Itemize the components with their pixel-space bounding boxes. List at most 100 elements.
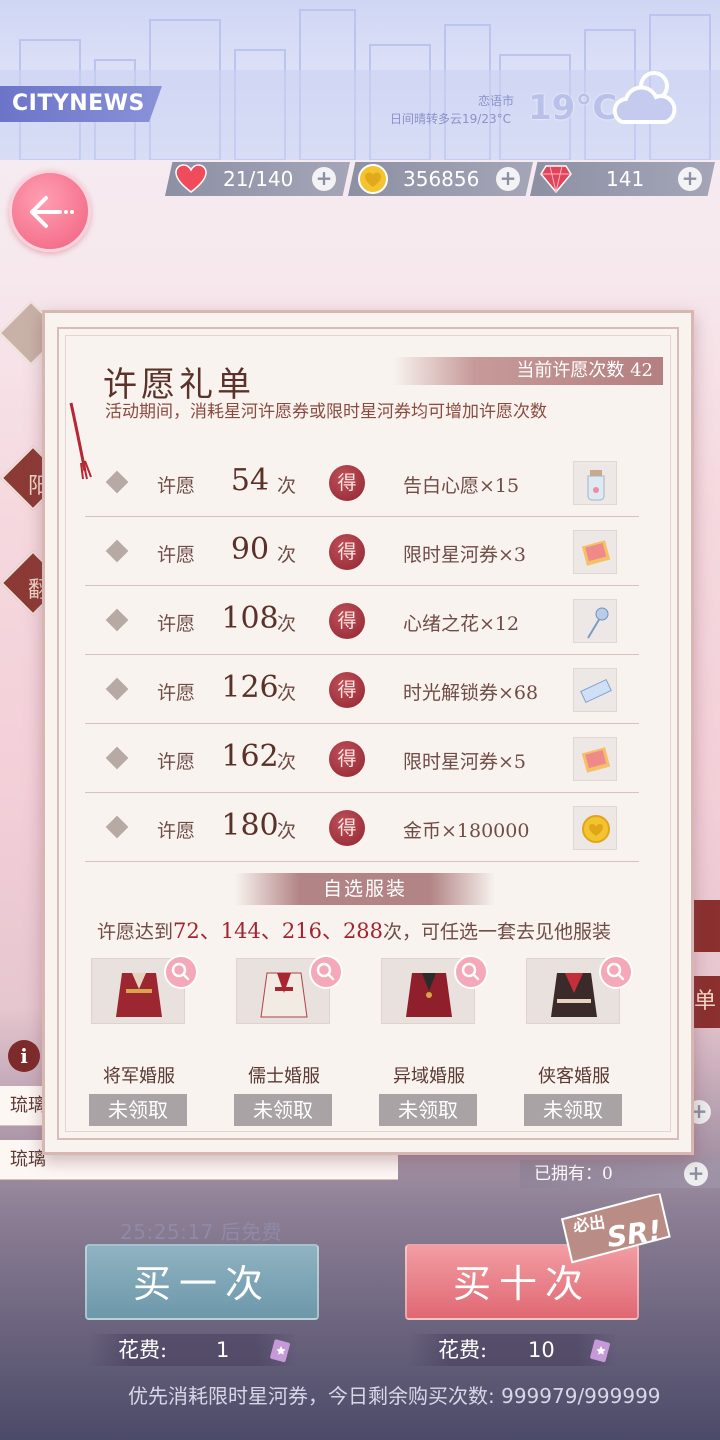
- reward-name: 限时星河券×3: [403, 544, 527, 566]
- heart-icon: [175, 164, 207, 193]
- time-ticket-icon[interactable]: [573, 668, 617, 712]
- ticket-icon[interactable]: [573, 530, 617, 574]
- weather-city: 恋语市: [478, 94, 515, 108]
- diamond-bullet-icon: [105, 677, 129, 701]
- outfit-card[interactable]: 儒士婚服 未领取: [234, 955, 343, 1126]
- outfit-thumbnail[interactable]: [526, 955, 633, 1024]
- modal-title: 许愿礼单: [103, 365, 255, 405]
- ticket-icon[interactable]: [573, 737, 617, 781]
- milestone-value: 144: [220, 919, 261, 943]
- outfit-card[interactable]: 侠客婚服 未领取: [524, 955, 633, 1126]
- star-ticket-icon: [270, 1339, 290, 1363]
- cost-value: 1: [216, 1338, 230, 1362]
- diamond-bullet-icon: [105, 815, 129, 839]
- wish-suffix: 次: [277, 613, 297, 635]
- wish-prefix: 许愿: [157, 751, 196, 773]
- outfit-section-title: 自选服装: [235, 873, 495, 905]
- wish-suffix: 次: [277, 475, 297, 497]
- outfit-thumbnail[interactable]: [381, 955, 488, 1024]
- outfit-name: 儒士婚服: [248, 1066, 320, 1087]
- gold-add-button[interactable]: +: [496, 167, 520, 191]
- reward-seal: 得: [329, 672, 365, 708]
- outfit-name: 将军婚服: [103, 1066, 175, 1087]
- wish-times: 162: [221, 739, 279, 774]
- bottle-icon[interactable]: [573, 461, 617, 505]
- zoom-icon[interactable]: [309, 955, 343, 989]
- bg-right-tab[interactable]: [690, 900, 720, 952]
- wish-prefix: 许愿: [157, 820, 196, 842]
- outfit-claim-status[interactable]: 未领取: [524, 1094, 622, 1126]
- gold-value: 356856: [403, 167, 480, 191]
- outfit-card[interactable]: 异域婚服 未领取: [379, 955, 488, 1126]
- wish-times: 126: [221, 670, 279, 705]
- reward-name: 限时星河券×5: [403, 751, 527, 773]
- purchase-note: 优先消耗限时星河券，今日剩余购买次数: 999979/999999: [128, 1384, 661, 1408]
- reward-row: 许愿 162 次 得 限时星河券×5: [85, 725, 639, 793]
- zoom-icon[interactable]: [164, 955, 198, 989]
- wish-prefix: 许愿: [157, 475, 196, 497]
- outfit-milestone-text: 许愿达到72、144、216、288次，可任选一套去见他服装: [97, 915, 611, 945]
- outfit-claim-status[interactable]: 未领取: [379, 1094, 477, 1126]
- diamond-icon: [540, 165, 572, 194]
- wish-times: 180: [221, 808, 279, 843]
- reward-seal: 得: [329, 534, 365, 570]
- diamond-bullet-icon: [105, 470, 129, 494]
- wish-count-banner: 当前许愿次数 42: [393, 357, 663, 385]
- reward-seal: 得: [329, 810, 365, 846]
- bg-right-tab-2[interactable]: 单: [690, 976, 720, 1028]
- cost-value: 10: [528, 1338, 555, 1362]
- cost-one: 花费: 1: [88, 1334, 298, 1366]
- wish-prefix: 许愿: [157, 613, 196, 635]
- wish-times: 90: [230, 532, 270, 567]
- zoom-icon[interactable]: [599, 955, 633, 989]
- wish-times: 108: [221, 601, 279, 636]
- wish-prefix: 许愿: [157, 682, 196, 704]
- info-icon[interactable]: i: [8, 1040, 40, 1072]
- reward-name: 时光解锁券×68: [403, 682, 539, 704]
- wish-suffix: 次: [277, 544, 297, 566]
- modal-description: 活动期间，消耗星河许愿券或限时星河券均可增加许愿次数: [105, 402, 547, 422]
- reward-name: 金币×180000: [403, 820, 530, 842]
- cost-ten: 花费: 10: [408, 1334, 618, 1366]
- reward-row: 许愿 90 次 得 限时星河券×3: [85, 518, 639, 586]
- coin-icon: [358, 164, 388, 194]
- buy-once-button[interactable]: 买一次: [85, 1244, 319, 1320]
- wish-suffix: 次: [277, 820, 297, 842]
- outfit-thumbnail[interactable]: [91, 955, 198, 1024]
- reward-row: 许愿 54 次 得 告白心愿×15: [85, 449, 639, 517]
- milestone-separator: 、: [321, 919, 343, 943]
- stamina-add-button[interactable]: +: [312, 167, 336, 191]
- back-arrow-icon: [30, 196, 74, 228]
- milestone-value: 72: [173, 919, 200, 943]
- cost-label: 花费:: [118, 1338, 168, 1362]
- free-timer: 25:25:17 后免费: [120, 1220, 283, 1244]
- cloudy-sun-icon: [612, 71, 677, 124]
- reward-row: 许愿 108 次 得 心绪之花×12: [85, 587, 639, 655]
- zoom-icon[interactable]: [454, 955, 488, 989]
- outfit-claim-status[interactable]: 未领取: [89, 1094, 187, 1126]
- outfit-claim-status[interactable]: 未领取: [234, 1094, 332, 1126]
- flower-icon[interactable]: [573, 599, 617, 643]
- reward-seal: 得: [329, 741, 365, 777]
- reward-row: 许愿 180 次 得 金币×180000: [85, 794, 639, 862]
- coin-icon[interactable]: [573, 806, 617, 850]
- outfit-card[interactable]: 将军婚服 未领取: [89, 955, 198, 1126]
- back-button[interactable]: [9, 170, 91, 252]
- outfit-thumbnail[interactable]: [236, 955, 343, 1024]
- stamina-value: 21/140: [223, 167, 294, 191]
- wish-suffix: 次: [277, 682, 297, 704]
- diamond-bullet-icon: [105, 746, 129, 770]
- sr-badge-main: SR!: [605, 1214, 664, 1254]
- reward-seal: 得: [329, 465, 365, 501]
- reward-row: 许愿 126 次 得 时光解锁券×68: [85, 656, 639, 724]
- citynews-logo: CITYNEWS: [0, 86, 162, 122]
- milestone-separator: 、: [199, 919, 221, 943]
- wish-suffix: 次: [277, 751, 297, 773]
- reward-name: 心绪之花×12: [403, 613, 520, 635]
- diamond-add-button[interactable]: +: [678, 167, 702, 191]
- wish-prefix: 许愿: [157, 544, 196, 566]
- milestone-prefix: 许愿达到: [97, 921, 174, 943]
- weather-description: 日间晴转多云19/23°C: [390, 112, 511, 126]
- outfit-name: 异域婚服: [393, 1066, 465, 1087]
- owned-add-button[interactable]: +: [684, 1162, 708, 1186]
